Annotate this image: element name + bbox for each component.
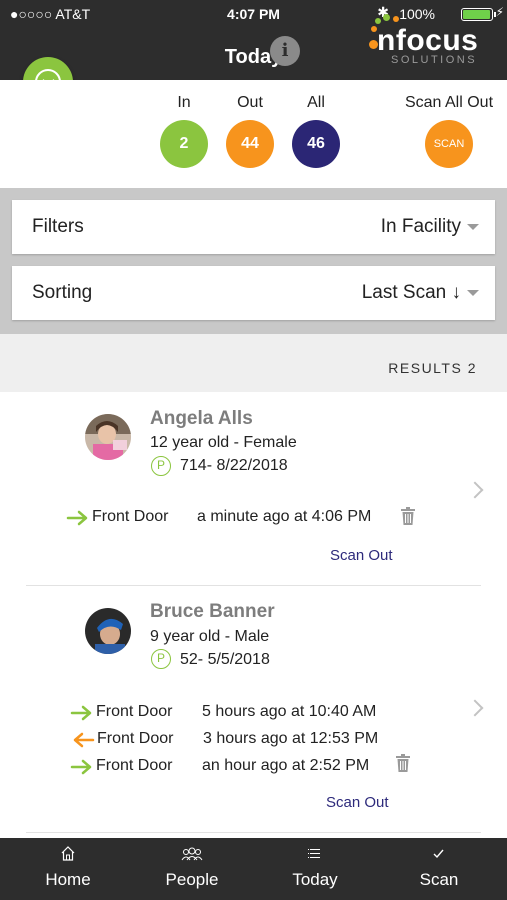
people-icon bbox=[181, 847, 203, 861]
logo-text: nfocus bbox=[377, 24, 479, 57]
logo-subtitle: SOLUTIONS bbox=[391, 54, 478, 66]
arrow-in-icon bbox=[66, 510, 88, 526]
tab-bar: Home People Today Scan bbox=[0, 838, 507, 900]
scan-door: Front Door bbox=[96, 703, 173, 720]
scan-history-row: Front Door 3 hours ago at 12:53 PM bbox=[71, 729, 411, 751]
in-label: In bbox=[177, 94, 191, 111]
scan-door: Front Door bbox=[96, 757, 173, 774]
parking-info: 52- 5/5/2018 bbox=[180, 651, 270, 668]
scan-time: an hour ago at 2:52 PM bbox=[202, 757, 370, 774]
scan-all-out-label: Scan All Out bbox=[404, 94, 494, 111]
scan-history-row: Front Door a minute ago at 4:06 PM bbox=[66, 507, 426, 529]
scan-time: 3 hours ago at 12:53 PM bbox=[203, 730, 379, 747]
out-label: Out bbox=[237, 94, 263, 111]
out-count[interactable]: Out 44 bbox=[220, 94, 280, 168]
filters-dropdown[interactable]: Filters In Facility bbox=[12, 200, 495, 254]
filters-label: Filters bbox=[32, 216, 84, 237]
trash-icon[interactable] bbox=[396, 754, 410, 772]
charging-icon: ⚡ bbox=[495, 5, 504, 19]
avatar bbox=[85, 608, 131, 654]
in-count[interactable]: In 2 bbox=[154, 94, 214, 168]
top-bar: ●○○○○ AT&T 4:07 PM ✱ 100% ⚡ Today i nfoc… bbox=[0, 0, 507, 80]
in-count-badge[interactable]: 2 bbox=[160, 120, 208, 168]
divider bbox=[26, 832, 481, 833]
info-icon[interactable]: i bbox=[270, 36, 300, 66]
all-count-badge[interactable]: 46 bbox=[292, 120, 340, 168]
out-count-badge[interactable]: 44 bbox=[226, 120, 274, 168]
scan-time: 5 hours ago at 10:40 AM bbox=[202, 703, 377, 720]
tab-label: Today bbox=[292, 870, 338, 889]
tab-people[interactable]: People bbox=[129, 838, 255, 900]
all-count[interactable]: All 46 bbox=[286, 94, 346, 168]
scan-out-link[interactable]: Scan Out bbox=[330, 547, 393, 564]
person-details: 12 year old - Female bbox=[150, 434, 297, 451]
parking-icon: P bbox=[151, 649, 171, 669]
results-count: RESULTS 2 bbox=[388, 360, 477, 376]
tab-scan[interactable]: Scan bbox=[376, 838, 502, 900]
tab-label: Home bbox=[45, 870, 91, 889]
chevron-right-icon[interactable] bbox=[466, 699, 484, 717]
divider bbox=[26, 585, 481, 586]
caret-down-icon bbox=[467, 224, 479, 230]
trash-icon[interactable] bbox=[401, 507, 415, 525]
tab-label: Scan bbox=[419, 870, 459, 889]
sorting-label: Sorting bbox=[32, 282, 93, 303]
filters-value: In Facility bbox=[380, 216, 461, 237]
scan-all-button[interactable]: SCAN bbox=[425, 120, 473, 168]
person-name[interactable]: Bruce Banner bbox=[150, 601, 275, 623]
person-name[interactable]: Angela Alls bbox=[150, 408, 253, 430]
sorting-value: Last Scan ↓ bbox=[361, 282, 461, 303]
scan-out-link[interactable]: Scan Out bbox=[326, 794, 389, 811]
nfocus-logo: nfocus SOLUTIONS bbox=[369, 14, 485, 66]
tab-label: People bbox=[165, 870, 219, 889]
person-card[interactable]: Angela Alls 12 year old - Female P 714- … bbox=[0, 392, 507, 588]
scan-time: a minute ago at 4:06 PM bbox=[197, 508, 372, 525]
person-card[interactable]: Bruce Banner 9 year old - Male P 52- 5/5… bbox=[0, 588, 507, 838]
check-icon bbox=[433, 849, 444, 859]
arrow-in-icon bbox=[70, 759, 92, 775]
caret-down-icon bbox=[467, 290, 479, 296]
person-details: 9 year old - Male bbox=[150, 628, 270, 645]
parking-icon: P bbox=[151, 456, 171, 476]
home-icon bbox=[61, 846, 75, 861]
scan-history-row: Front Door 5 hours ago at 10:40 AM bbox=[70, 702, 410, 724]
filter-area: Filters In Facility Sorting Last Scan ↓ bbox=[0, 188, 507, 334]
all-label: All bbox=[307, 94, 325, 111]
scan-all-out[interactable]: Scan All Out SCAN bbox=[399, 94, 499, 168]
arrow-out-icon bbox=[73, 732, 95, 748]
scan-history-row: Front Door an hour ago at 2:52 PM bbox=[70, 756, 400, 778]
scan-door: Front Door bbox=[97, 730, 174, 747]
counts-panel: In 2 Out 44 All 46 Scan All Out SCAN bbox=[0, 80, 507, 188]
tab-today[interactable]: Today bbox=[252, 838, 378, 900]
scan-door: Front Door bbox=[92, 508, 169, 525]
chevron-right-icon[interactable] bbox=[466, 481, 484, 499]
avatar bbox=[85, 414, 131, 460]
tab-home[interactable]: Home bbox=[5, 838, 131, 900]
parking-info: 714- 8/22/2018 bbox=[180, 457, 288, 474]
arrow-in-icon bbox=[70, 705, 92, 721]
list-icon bbox=[308, 849, 320, 858]
results-bar: RESULTS 2 bbox=[0, 334, 507, 392]
sorting-dropdown[interactable]: Sorting Last Scan ↓ bbox=[12, 266, 495, 320]
